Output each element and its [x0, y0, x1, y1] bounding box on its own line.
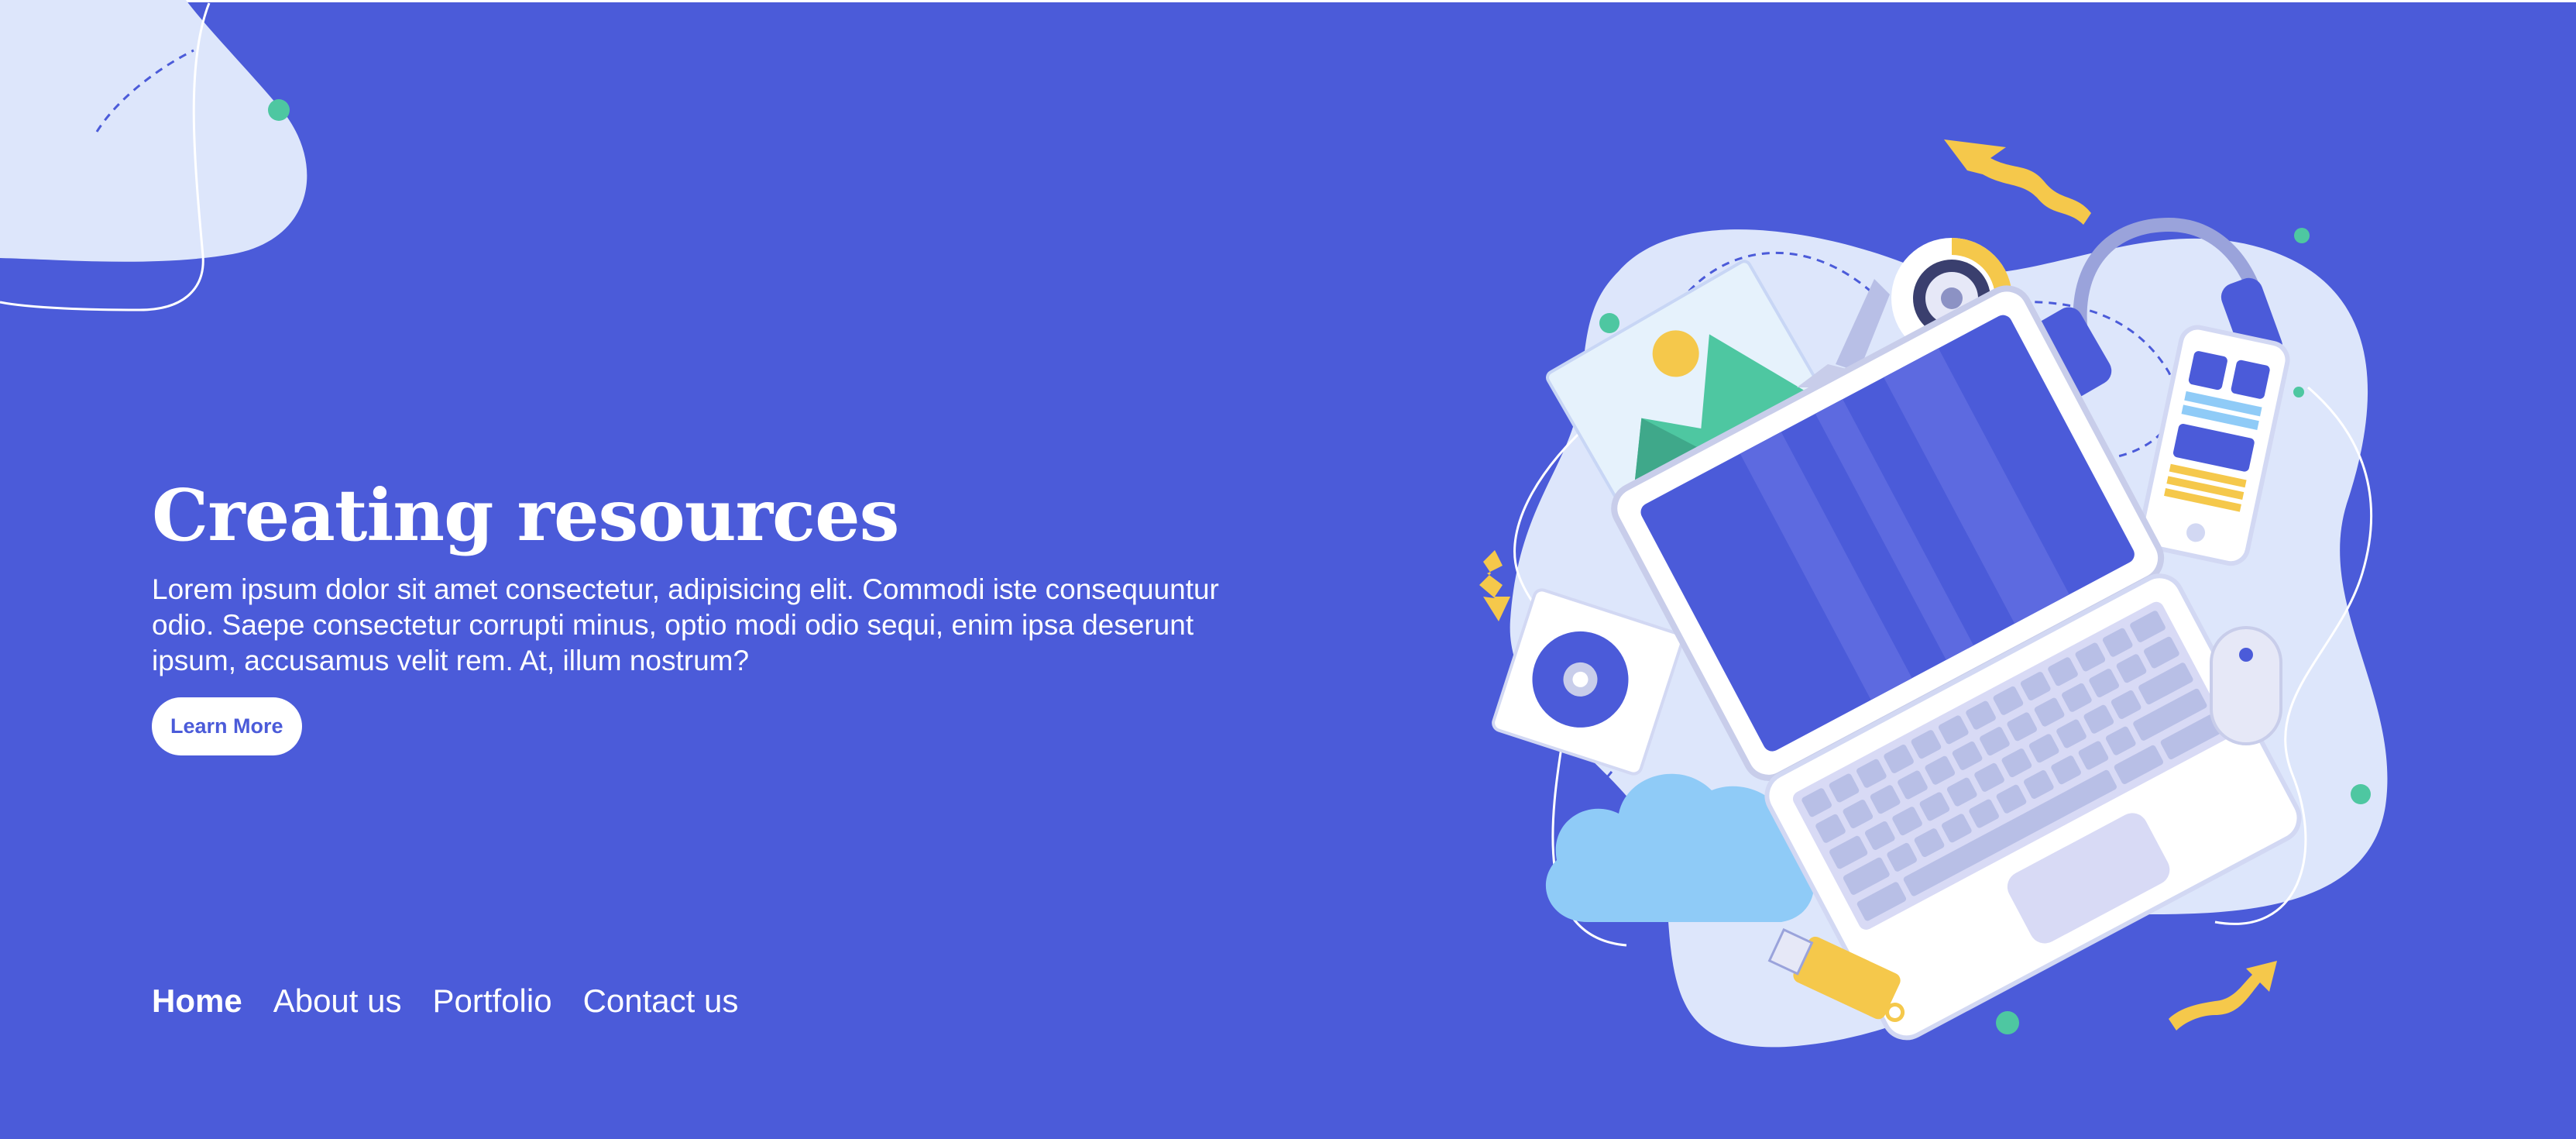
mouse-icon	[2210, 626, 2282, 745]
workspace-illustration	[1479, 139, 2388, 1048]
top-border	[0, 0, 2576, 2]
nav-contact-us-link[interactable]: Contact us	[583, 982, 739, 1020]
nav-portfolio-link[interactable]: Portfolio	[433, 982, 552, 1020]
hero-section: Creating resources Lorem ipsum dolor sit…	[152, 473, 1236, 755]
hero-title: Creating resources	[152, 473, 899, 557]
learn-more-button[interactable]: Learn More	[152, 697, 302, 755]
nav-home-link[interactable]: Home	[152, 982, 242, 1020]
hero-description: Lorem ipsum dolor sit amet consectetur, …	[152, 573, 1219, 676]
decorative-blob	[0, 0, 307, 311]
nav-about-us-link[interactable]: About us	[273, 982, 402, 1020]
bottom-navigation: Home About us Portfolio Contact us	[152, 982, 738, 1020]
